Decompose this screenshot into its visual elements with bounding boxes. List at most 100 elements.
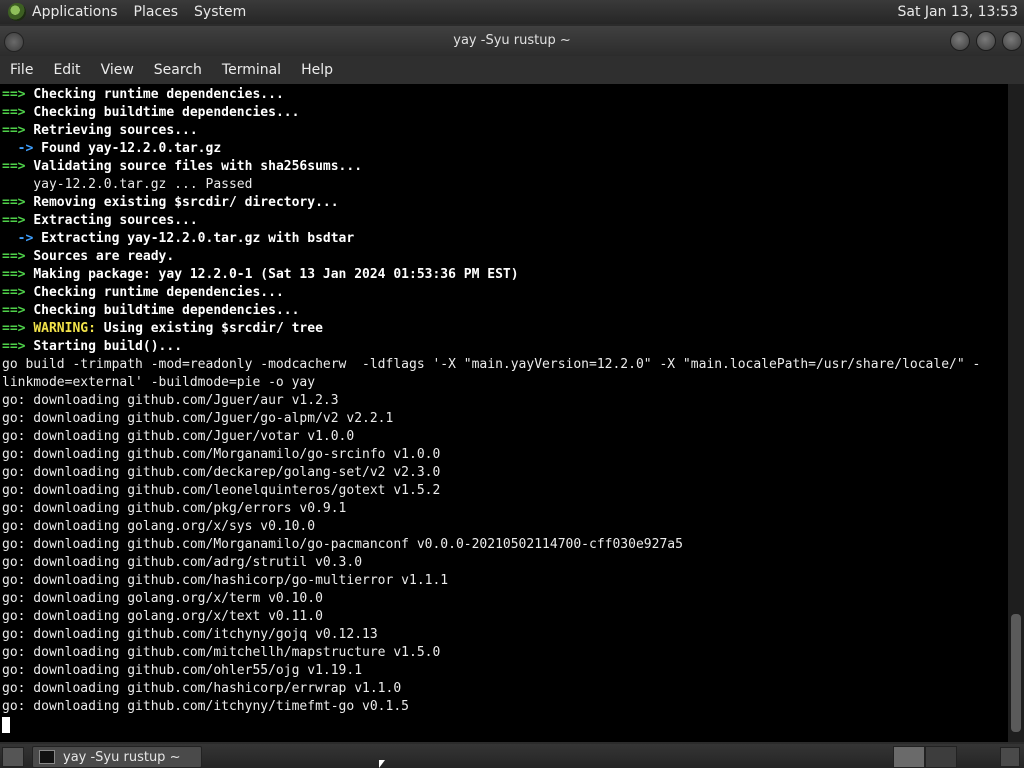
terminal-line: go build -trimpath -mod=readonly -modcac… <box>2 356 980 374</box>
step-arrow: ==> <box>2 159 34 174</box>
line-text: go: downloading github.com/Morganamilo/g… <box>2 447 441 462</box>
line-text: go: downloading github.com/Jguer/go-alpm… <box>2 411 394 426</box>
distro-logo-icon[interactable] <box>8 3 26 21</box>
step-arrow: ==> <box>2 249 34 264</box>
line-text: go: downloading github.com/Morganamilo/g… <box>2 537 683 552</box>
terminal-icon <box>39 750 55 764</box>
maximize-icon[interactable] <box>976 31 996 51</box>
terminal-line: go: downloading github.com/hashicorp/go-… <box>2 572 980 590</box>
step-arrow: ==> <box>2 321 34 336</box>
scrollbar-thumb[interactable] <box>1011 614 1021 732</box>
step-arrow: ==> <box>2 213 34 228</box>
top-menu-system[interactable]: System <box>194 4 246 20</box>
workspace-1[interactable] <box>893 746 925 768</box>
terminal-line: ==> Sources are ready. <box>2 248 980 266</box>
step-arrow: ==> <box>2 87 34 102</box>
step-arrow: ==> <box>2 105 34 120</box>
line-text: go: downloading golang.org/x/text v0.11.… <box>2 609 323 624</box>
line-text: go: downloading github.com/adrg/strutil … <box>2 555 363 570</box>
trash-icon[interactable] <box>1000 747 1020 767</box>
menu-bar: File Edit View Search Terminal Help <box>0 56 1024 84</box>
line-text: go: downloading github.com/Jguer/votar v… <box>2 429 355 444</box>
window-title-bar[interactable]: yay -Syu rustup ~ <box>0 26 1024 56</box>
line-text: go: downloading github.com/itchyny/timef… <box>2 699 409 714</box>
terminal-output[interactable]: ==> Checking runtime dependencies... ==> … <box>0 84 1008 742</box>
text-cursor <box>2 716 10 733</box>
terminal-line: go: downloading golang.org/x/term v0.10.… <box>2 590 980 608</box>
line-text: go: downloading github.com/deckarep/gola… <box>2 465 441 480</box>
terminal-line: go: downloading github.com/adrg/strutil … <box>2 554 980 572</box>
taskbar-window-button[interactable]: yay -Syu rustup ~ <box>32 746 202 768</box>
terminal-line: ==> Checking runtime dependencies... <box>2 86 980 104</box>
show-desktop-icon[interactable] <box>2 747 24 767</box>
bottom-panel: yay -Syu rustup ~ <box>0 744 1024 768</box>
line-text: Sources are ready. <box>33 249 175 264</box>
step-arrow: ==> <box>2 195 34 210</box>
terminal-line: go: downloading golang.org/x/text v0.11.… <box>2 608 980 626</box>
line-text: go: downloading github.com/itchyny/gojq … <box>2 627 378 642</box>
line-text: go: downloading golang.org/x/sys v0.10.0 <box>2 519 316 534</box>
terminal-line: yay-12.2.0.tar.gz ... Passed <box>2 176 980 194</box>
line-text: Making package: yay 12.2.0-1 (Sat 13 Jan… <box>33 267 519 282</box>
line-text: Validating source files with sha256sums.… <box>33 159 363 174</box>
line-text: go: downloading github.com/ohler55/ojg v… <box>2 663 363 678</box>
step-arrow: ==> <box>2 267 34 282</box>
terminal-prompt-line <box>2 716 980 734</box>
terminal-line: -> Found yay-12.2.0.tar.gz <box>2 140 980 158</box>
line-text: go: downloading github.com/leonelquinter… <box>2 483 441 498</box>
line-text: Extracting sources... <box>33 213 198 228</box>
line-text: go: downloading golang.org/x/term v0.10.… <box>2 591 323 606</box>
line-text: Checking runtime dependencies... <box>33 87 284 102</box>
terminal-line: ==> Checking runtime dependencies... <box>2 284 980 302</box>
window-title: yay -Syu rustup ~ <box>453 33 571 48</box>
line-text: yay-12.2.0.tar.gz ... Passed <box>2 177 253 192</box>
step-arrow: ==> <box>2 123 34 138</box>
top-panel: Applications Places System Sat Jan 13, 1… <box>0 0 1024 24</box>
clock[interactable]: Sat Jan 13, 13:53 <box>898 4 1019 20</box>
top-menu-places[interactable]: Places <box>134 4 179 20</box>
line-text: go build -trimpath -mod=readonly -modcac… <box>2 357 981 372</box>
line-text: Extracting yay-12.2.0.tar.gz with bsdtar <box>41 231 355 246</box>
sub-arrow: -> <box>2 141 42 156</box>
menu-search[interactable]: Search <box>144 62 212 78</box>
menu-edit[interactable]: Edit <box>43 62 90 78</box>
warning-label: WARNING: <box>33 321 96 336</box>
line-text: Using existing $srcdir/ tree <box>95 321 323 336</box>
sub-arrow: -> <box>2 231 42 246</box>
menu-terminal[interactable]: Terminal <box>212 62 291 78</box>
terminal-line: go: downloading github.com/leonelquinter… <box>2 482 980 500</box>
terminal-line: go: downloading github.com/Morganamilo/g… <box>2 536 980 554</box>
terminal-line: go: downloading github.com/Jguer/aur v1.… <box>2 392 980 410</box>
line-text: go: downloading github.com/Jguer/aur v1.… <box>2 393 339 408</box>
menu-view[interactable]: View <box>91 62 144 78</box>
terminal-line: ==> Extracting sources... <box>2 212 980 230</box>
terminal-line: linkmode=external' -buildmode=pie -o yay <box>2 374 980 392</box>
terminal-line: go: downloading github.com/itchyny/gojq … <box>2 626 980 644</box>
terminal-line: go: downloading github.com/hashicorp/err… <box>2 680 980 698</box>
terminal-line: ==> Starting build()... <box>2 338 980 356</box>
step-arrow: ==> <box>2 303 34 318</box>
line-text: linkmode=external' -buildmode=pie -o yay <box>2 375 316 390</box>
menu-file[interactable]: File <box>0 62 43 78</box>
top-menu-applications[interactable]: Applications <box>32 4 118 20</box>
terminal-lines: ==> Checking runtime dependencies... ==> … <box>2 86 980 734</box>
terminal-line: ==> Checking buildtime dependencies... <box>2 104 980 122</box>
step-arrow: ==> <box>2 285 34 300</box>
terminal-line: go: downloading github.com/itchyny/timef… <box>2 698 980 716</box>
terminal-line: go: downloading github.com/mitchellh/map… <box>2 644 980 662</box>
terminal-scrollbar[interactable] <box>1008 84 1024 742</box>
terminal-line: go: downloading github.com/Jguer/votar v… <box>2 428 980 446</box>
terminal-line: go: downloading github.com/ohler55/ojg v… <box>2 662 980 680</box>
terminal-line: -> Extracting yay-12.2.0.tar.gz with bsd… <box>2 230 980 248</box>
terminal-line: ==> Validating source files with sha256s… <box>2 158 980 176</box>
menu-help[interactable]: Help <box>291 62 343 78</box>
terminal-line: ==> Removing existing $srcdir/ directory… <box>2 194 980 212</box>
workspace-2[interactable] <box>925 746 957 768</box>
line-text: Checking runtime dependencies... <box>33 285 284 300</box>
mouse-pointer-icon <box>379 760 385 768</box>
terminal-line: ==> Checking buildtime dependencies... <box>2 302 980 320</box>
minimize-icon[interactable] <box>950 31 970 51</box>
line-text: go: downloading github.com/mitchellh/map… <box>2 645 441 660</box>
line-text: Checking buildtime dependencies... <box>33 105 300 120</box>
close-icon[interactable] <box>1002 31 1022 51</box>
